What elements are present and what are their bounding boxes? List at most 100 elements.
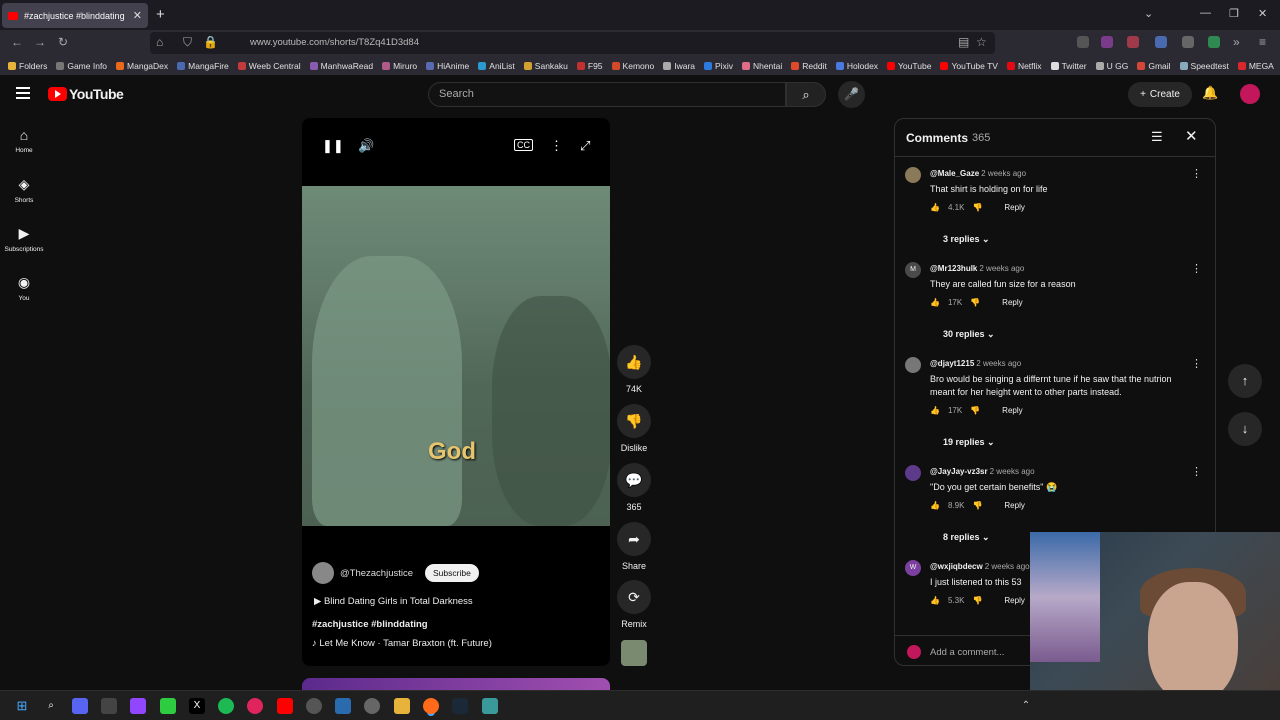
reload-icon[interactable]: ↻ — [58, 35, 68, 49]
address-bar[interactable]: ⌂ ⛉ 🔒 www.youtube.com/shorts/T8Zq41D3d84… — [150, 32, 995, 54]
more-options-icon[interactable]: ⋮ — [1191, 465, 1202, 478]
twitch-icon[interactable] — [130, 698, 146, 714]
comment-author[interactable]: @Mr123hulk — [930, 264, 977, 273]
close-tab-icon[interactable]: ✕ — [133, 9, 142, 22]
channel-name[interactable]: @Thezachjustice — [340, 568, 413, 579]
discord-icon[interactable] — [72, 698, 88, 714]
restore-icon[interactable]: ❐ — [1229, 7, 1239, 20]
overflow-chevron-icon[interactable]: » — [1233, 35, 1240, 49]
volume-icon[interactable]: 🔊 — [358, 138, 374, 154]
home-icon[interactable]: ⌂ — [156, 35, 163, 49]
bookmark-item[interactable]: MangaFire — [177, 61, 229, 71]
rail-item-home[interactable]: ⌂ Home — [0, 127, 48, 154]
firefox-icon[interactable] — [423, 698, 439, 714]
forward-icon[interactable]: → — [34, 35, 46, 49]
video-title[interactable]: ▶ Blind Dating Girls in Total Darkness — [314, 596, 473, 607]
closed-captions-icon[interactable]: CC — [514, 139, 533, 151]
video-hashtags[interactable]: #zachjustice #blinddating — [312, 619, 428, 630]
tray-chevron-icon[interactable]: ⌃ — [1018, 698, 1034, 714]
bookmark-item[interactable]: Iwara — [663, 61, 695, 71]
windows-start-icon[interactable]: ⊞ — [14, 698, 30, 714]
more-options-icon[interactable]: ⋮ — [1191, 262, 1202, 275]
share-button[interactable]: ➦ Share — [616, 522, 652, 571]
comment-author[interactable]: @djayt1215 — [930, 359, 974, 368]
bookmark-item[interactable]: U GG — [1095, 61, 1128, 71]
commenter-avatar[interactable] — [905, 357, 921, 373]
thumbs-up-icon[interactable]: 👍 — [930, 298, 940, 307]
kick-icon[interactable] — [160, 698, 176, 714]
commenter-avatar[interactable] — [905, 465, 921, 481]
thumbs-down-icon[interactable]: 👎 — [972, 596, 982, 605]
thumbs-down-icon[interactable]: 👎 — [972, 501, 982, 510]
voice-search-button[interactable]: 🎤 — [838, 81, 865, 108]
bookmark-item[interactable]: Miruro — [382, 61, 417, 71]
comment-author[interactable]: @Male_Gaze — [930, 169, 979, 178]
extension-icon[interactable] — [1101, 36, 1113, 48]
app-icon[interactable] — [364, 698, 380, 714]
shorts-video-player[interactable]: ❚❚ 🔊 CC ⋮ ⤢ God @Thezachjustice Subscrib… — [302, 118, 610, 666]
bookmark-item[interactable]: Pixiv — [704, 61, 733, 71]
view-replies-button[interactable]: 19 replies ⌄ — [943, 437, 995, 448]
close-window-icon[interactable]: ✕ — [1258, 7, 1267, 20]
extension-icon[interactable] — [1155, 36, 1167, 48]
thumbs-up-icon[interactable]: 👍 — [930, 203, 940, 212]
search-button[interactable]: ⌕ — [786, 82, 826, 107]
thumbs-down-icon[interactable]: 👎 — [970, 406, 980, 415]
bookmark-item[interactable]: MEGA — [1237, 61, 1274, 71]
sound-thumbnail[interactable] — [621, 640, 647, 666]
thumbs-down-icon[interactable]: 👎 — [972, 203, 982, 212]
bookmark-item[interactable]: Gmail — [1137, 61, 1171, 71]
comments-button[interactable]: 💬 365 — [616, 463, 652, 512]
media-player-icon[interactable] — [306, 698, 322, 714]
reader-view-icon[interactable]: ▤ — [958, 35, 969, 49]
file-explorer-icon[interactable] — [394, 698, 410, 714]
minimize-icon[interactable]: — — [1200, 7, 1211, 19]
search-input[interactable]: Search — [428, 82, 786, 107]
taskbar-search-icon[interactable]: ⌕ — [43, 698, 59, 714]
notifications-bell-icon[interactable]: 🔔 — [1202, 85, 1218, 101]
browser-menu-icon[interactable]: ≡ — [1259, 35, 1266, 49]
reply-button[interactable]: Reply — [1004, 501, 1024, 510]
view-replies-button[interactable]: 3 replies ⌄ — [943, 234, 990, 245]
comment-author[interactable]: @JayJay-vz3sr — [930, 467, 988, 476]
rail-item-you[interactable]: ◉ You — [0, 274, 48, 302]
remix-button[interactable]: ⟳ Remix — [616, 580, 652, 629]
bookmark-item[interactable]: Kemono — [611, 61, 654, 71]
steam-icon[interactable] — [452, 698, 468, 714]
youtube-icon[interactable] — [277, 698, 293, 714]
bookmark-item[interactable]: Game Info — [56, 61, 107, 71]
bookmark-item[interactable]: Netflix — [1006, 61, 1042, 71]
bookmark-item[interactable]: Sankaku — [523, 61, 568, 71]
reply-button[interactable]: Reply — [1004, 596, 1024, 605]
bookmark-item[interactable]: ManhwaRead — [309, 61, 373, 71]
app-icon[interactable] — [335, 698, 351, 714]
channel-avatar[interactable] — [312, 562, 334, 584]
spotify-icon[interactable] — [218, 698, 234, 714]
bookmark-item[interactable]: HiAnime — [426, 61, 469, 71]
bookmark-item[interactable]: Twitter — [1050, 61, 1087, 71]
video-music[interactable]: ♪ Let Me Know · Tamar Braxton (ft. Futur… — [312, 638, 492, 649]
url-text[interactable]: www.youtube.com/shorts/T8Zq41D3d84 — [250, 37, 419, 48]
view-replies-button[interactable]: 8 replies ⌄ — [943, 532, 990, 543]
bookmark-item[interactable]: Holodex — [835, 61, 878, 71]
reply-button[interactable]: Reply — [1002, 406, 1022, 415]
app-icon[interactable] — [101, 698, 117, 714]
close-icon[interactable]: ✕ — [1185, 127, 1198, 145]
previous-short-button[interactable]: ↑ — [1228, 364, 1262, 398]
dislike-button[interactable]: 👎 Dislike — [616, 404, 652, 453]
bookmark-item[interactable]: Nhentai — [741, 61, 782, 71]
bookmark-item[interactable]: Reddit — [791, 61, 827, 71]
bookmark-item[interactable]: YouTube — [887, 61, 931, 71]
extension-icon[interactable] — [1127, 36, 1139, 48]
more-options-icon[interactable]: ⋮ — [1191, 357, 1202, 370]
extension-icon[interactable] — [1208, 36, 1220, 48]
commenter-avatar[interactable] — [905, 167, 921, 183]
thumbs-up-icon[interactable]: 👍 — [930, 501, 940, 510]
reply-button[interactable]: Reply — [1002, 298, 1022, 307]
commenter-avatar[interactable]: W — [905, 560, 921, 576]
pause-icon[interactable]: ❚❚ — [322, 138, 344, 154]
bookmark-item[interactable]: Speedtest — [1179, 61, 1229, 71]
youtube-logo[interactable]: YouTube — [48, 86, 124, 102]
thumbs-up-icon[interactable]: 👍 — [930, 406, 940, 415]
bookmark-item[interactable]: MangaDex — [116, 61, 168, 71]
